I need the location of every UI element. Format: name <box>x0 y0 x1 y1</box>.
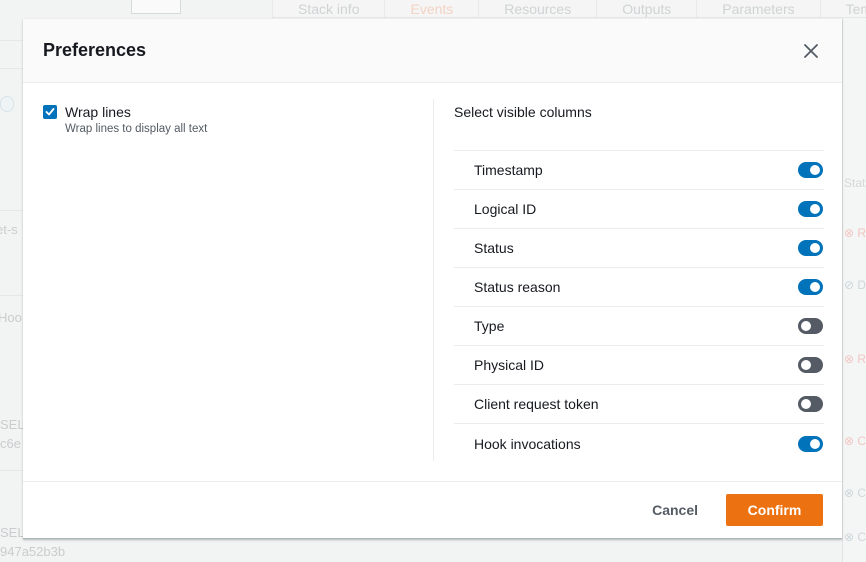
wrap-lines-label: Wrap lines <box>65 104 131 120</box>
column-label: Client request token <box>474 396 599 412</box>
background-row-divider <box>0 210 24 211</box>
tab-outputs: Outputs <box>596 0 696 17</box>
confirm-button[interactable]: Confirm <box>726 494 823 526</box>
toggle-knob <box>810 243 820 253</box>
background-status: ⊗ C <box>844 486 866 500</box>
column-option-logical-id: Logical ID <box>454 190 824 229</box>
background-tabs: Stack info Events Resources Outputs Para… <box>272 0 866 18</box>
wrap-lines-checkbox[interactable] <box>43 105 57 119</box>
column-toggle-status-reason[interactable] <box>798 279 823 295</box>
column-label: Logical ID <box>474 201 537 217</box>
column-label: Physical ID <box>474 357 545 373</box>
background-status: ⊗ R <box>844 352 866 366</box>
background-text: et-s <box>0 222 18 237</box>
background-text: SEL <box>0 525 25 540</box>
preferences-modal: Preferences Wrap lines Wrap lines to dis… <box>23 19 842 539</box>
toggle-knob <box>810 204 820 214</box>
background-text: c6e <box>0 436 21 451</box>
background-toggle <box>0 96 14 112</box>
modal-footer: Cancel Confirm <box>23 481 842 538</box>
background-row-divider <box>0 295 24 296</box>
background-status: ⊗ R <box>844 226 866 240</box>
vertical-divider <box>433 99 434 461</box>
column-option-client-request-token: Client request token <box>454 385 824 424</box>
column-label: Status <box>474 240 514 256</box>
toggle-knob <box>810 438 820 449</box>
cancel-button[interactable]: Cancel <box>640 494 710 526</box>
column-label: Status reason <box>474 279 561 295</box>
column-toggle-logical-id[interactable] <box>798 201 823 217</box>
column-toggle-type[interactable] <box>798 318 823 334</box>
visible-columns-title: Select visible columns <box>454 104 592 120</box>
tab-resources: Resources <box>478 0 596 17</box>
background-text: Hoo <box>0 310 22 325</box>
column-toggle-status[interactable] <box>798 240 823 256</box>
background-row-divider <box>0 68 24 69</box>
background-text: SEL <box>0 417 25 432</box>
column-label: Timestamp <box>474 162 543 178</box>
wrap-lines-description: Wrap lines to display all text <box>65 123 208 135</box>
column-toggle-timestamp[interactable] <box>798 162 823 178</box>
modal-body: Wrap lines Wrap lines to display all tex… <box>23 83 842 481</box>
column-option-status: Status <box>454 229 824 268</box>
background-status: ⊘ D <box>844 278 866 292</box>
checkmark-icon <box>45 108 55 116</box>
modal-title: Preferences <box>43 40 147 60</box>
visible-columns-section: Select visible columns Timestamp Logical… <box>454 103 824 463</box>
background-row-divider <box>0 470 24 471</box>
wrap-lines-option[interactable]: Wrap lines Wrap lines to display all tex… <box>43 103 423 135</box>
column-toggle-physical-id[interactable] <box>798 357 823 373</box>
tab-parameters: Parameters <box>696 0 819 17</box>
column-label: Type <box>474 318 505 334</box>
tab-events: Events <box>384 0 478 17</box>
wrap-lines-section: Wrap lines Wrap lines to display all tex… <box>43 103 423 135</box>
toggle-knob <box>810 165 820 175</box>
close-icon <box>804 43 818 58</box>
modal-header: Preferences <box>23 19 842 83</box>
toggle-knob <box>801 321 811 331</box>
background-toolbar-box <box>131 0 181 14</box>
tab-stack-info: Stack info <box>272 0 384 17</box>
tab-template: Template <box>819 0 866 17</box>
columns-list: Timestamp Logical ID Status Status reaso… <box>454 150 824 463</box>
background-status-header: Stat <box>844 176 866 190</box>
close-button[interactable] <box>800 40 822 62</box>
background-row-divider <box>0 40 24 41</box>
toggle-knob <box>810 282 820 292</box>
column-option-physical-id: Physical ID <box>454 346 824 385</box>
column-toggle-client-request-token[interactable] <box>798 396 823 412</box>
column-option-type: Type <box>454 307 824 346</box>
column-label: Hook invocations <box>474 435 581 452</box>
toggle-knob <box>801 360 811 370</box>
column-option-timestamp: Timestamp <box>454 151 824 190</box>
toggle-knob <box>801 399 811 409</box>
background-status: ⊗ C <box>844 530 866 544</box>
background-status: ⊗ C <box>844 434 866 448</box>
column-option-hook-invocations: Hook invocations <box>454 424 824 463</box>
background-text: 947a52b3b <box>0 544 66 559</box>
column-toggle-hook-invocations[interactable] <box>798 435 823 452</box>
column-option-status-reason: Status reason <box>454 268 824 307</box>
